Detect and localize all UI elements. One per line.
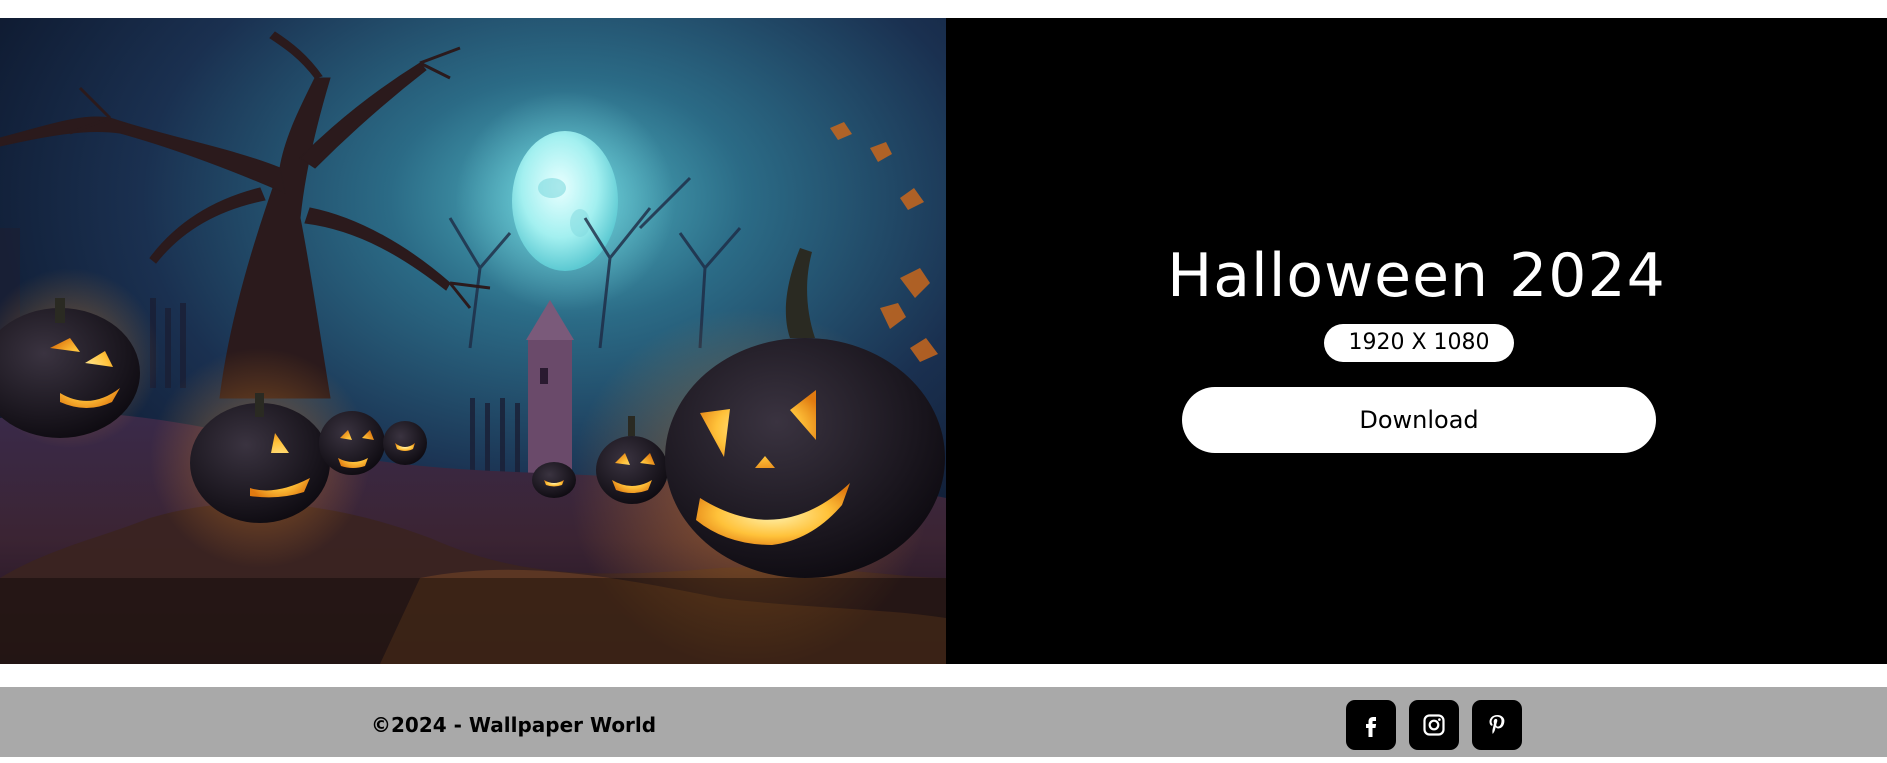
wallpaper-hero: Halloween 2024 1920 X 1080 Download <box>0 18 1887 664</box>
site-footer: ©2024 - Wallpaper World <box>0 687 1887 757</box>
pinterest-link[interactable] <box>1472 700 1522 750</box>
halloween-pumpkin-scene-image <box>0 18 946 664</box>
instagram-icon <box>1423 714 1445 736</box>
pinterest-icon <box>1489 715 1505 734</box>
wallpaper-preview-image <box>0 18 946 664</box>
download-button[interactable]: Download <box>1182 387 1656 453</box>
wallpaper-info-panel: Halloween 2024 1920 X 1080 Download <box>946 18 1887 664</box>
resolution-badge: 1920 X 1080 <box>1324 324 1514 362</box>
instagram-link[interactable] <box>1409 700 1459 750</box>
copyright-text: ©2024 - Wallpaper World <box>371 713 657 737</box>
facebook-link[interactable] <box>1346 700 1396 750</box>
facebook-icon <box>1366 717 1377 737</box>
wallpaper-title: Halloween 2024 <box>1167 241 1666 311</box>
social-links <box>1346 700 1522 750</box>
